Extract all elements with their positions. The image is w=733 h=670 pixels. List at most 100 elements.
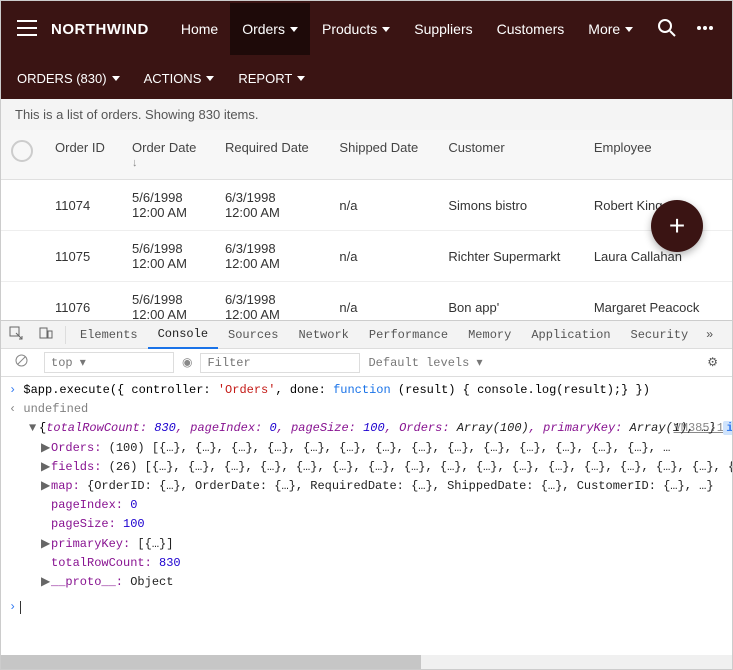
caret-down-icon	[297, 76, 305, 81]
nav-customers[interactable]: Customers	[485, 3, 577, 55]
tree-summary[interactable]: ▼{totalRowCount: 830, pageIndex: 0, page…	[29, 419, 724, 438]
header-row: Order ID Order Date↓ Required Date Shipp…	[1, 130, 732, 180]
devtools-panel: Elements Console Sources Network Perform…	[1, 320, 732, 655]
cell-employee: Margaret Peacock	[584, 282, 722, 321]
sub-actions[interactable]: ACTIONS	[144, 71, 215, 86]
table-row[interactable]: 110765/6/1998 12:00 AM6/3/1998 12:00 AMn…	[1, 282, 732, 321]
table-row[interactable]: 110755/6/1998 12:00 AM6/3/1998 12:00 AMn…	[1, 231, 732, 282]
h-scrollbar[interactable]	[1, 655, 732, 669]
nav-suppliers[interactable]: Suppliers	[402, 3, 484, 55]
add-button[interactable]: +	[651, 200, 703, 252]
filter-input[interactable]	[200, 353, 360, 373]
cell-shippeddate: n/a	[329, 282, 438, 321]
sub-orders[interactable]: ORDERS (830)	[17, 71, 120, 86]
brand-label: NORTHWIND	[51, 21, 149, 38]
tab-security[interactable]: Security	[621, 322, 699, 348]
col-shippeddate[interactable]: Shipped Date	[329, 130, 438, 180]
console-prompt[interactable]: ›	[9, 598, 724, 617]
caret-down-icon	[625, 27, 633, 32]
cell-total: $831.	[722, 282, 732, 321]
tree-pageindex: pageIndex: 0	[41, 496, 724, 515]
more-icon[interactable]	[689, 18, 721, 41]
tab-network[interactable]: Network	[288, 322, 358, 348]
sub-report-label: REPORT	[238, 71, 292, 86]
kebab-icon[interactable]: ⋮	[721, 327, 733, 342]
search-icon[interactable]	[645, 18, 689, 41]
info-icon[interactable]: i	[723, 421, 732, 435]
tree-primarykey[interactable]: ▶primaryKey: [{…}]	[41, 535, 724, 554]
tab-application[interactable]: Application	[521, 322, 620, 348]
tree-orders[interactable]: ▶Orders: (100) [{…}, {…}, {…}, {…}, {…},…	[41, 439, 724, 458]
sub-navbar: ORDERS (830) ACTIONS REPORT	[1, 57, 732, 99]
cell-orderdate: 5/6/1998 12:00 AM	[122, 282, 215, 321]
cell-orderid: 11075	[45, 231, 122, 282]
clear-console-icon[interactable]	[7, 354, 36, 371]
table-row[interactable]: 110745/6/1998 12:00 AM6/3/1998 12:00 AMn…	[1, 180, 732, 231]
console-body[interactable]: › $app.execute({ controller: 'Orders', d…	[1, 377, 732, 655]
cell-total: $504.	[722, 231, 732, 282]
cell-shippeddate: n/a	[329, 231, 438, 282]
cell-orderdate: 5/6/1998 12:00 AM	[122, 231, 215, 282]
cell-requireddate: 6/3/1998 12:00 AM	[215, 231, 329, 282]
tree-fields[interactable]: ▶fields: (26) [{…}, {…}, {…}, {…}, {…}, …	[41, 458, 724, 477]
col-total[interactable]: Total	[722, 130, 732, 180]
tab-console[interactable]: Console	[148, 321, 218, 349]
cell-requireddate: 6/3/1998 12:00 AM	[215, 180, 329, 231]
help-text: This is a list of orders. Showing 830 it…	[1, 99, 732, 130]
nav-products-label: Products	[322, 21, 377, 37]
nav-home[interactable]: Home	[169, 3, 230, 55]
cell-requireddate: 6/3/1998 12:00 AM	[215, 282, 329, 321]
caret-down-icon	[206, 76, 214, 81]
cell-orderid: 11076	[45, 282, 122, 321]
caret-down-icon	[112, 76, 120, 81]
sub-report[interactable]: REPORT	[238, 71, 305, 86]
levels-select[interactable]: Default levels ▾	[368, 355, 482, 370]
sub-orders-label: ORDERS (830)	[17, 71, 107, 86]
nav-products[interactable]: Products	[310, 3, 402, 55]
col-orderid[interactable]: Order ID	[45, 130, 122, 180]
cell-orderid: 11074	[45, 180, 122, 231]
context-select[interactable]: top ▾	[44, 352, 174, 373]
overflow-icon[interactable]: »	[698, 328, 721, 342]
cell-customer: Richter Supermarkt	[438, 231, 584, 282]
col-employee[interactable]: Employee	[584, 130, 722, 180]
col-customer[interactable]: Customer	[438, 130, 584, 180]
tree-proto[interactable]: ▶__proto__: Object	[41, 573, 724, 592]
device-icon[interactable]	[31, 326, 61, 344]
tab-memory[interactable]: Memory	[458, 322, 521, 348]
cell-customer: Simons bistro	[438, 180, 584, 231]
tab-performance[interactable]: Performance	[359, 322, 458, 348]
sort-desc-icon: ↓	[132, 157, 205, 169]
nav-customers-label: Customers	[497, 21, 565, 37]
hamburger-icon[interactable]	[17, 20, 37, 39]
caret-down-icon	[290, 27, 298, 32]
eye-icon[interactable]: ◉	[182, 355, 192, 370]
top-navbar: NORTHWIND Home Orders Products Suppliers…	[1, 1, 732, 57]
cell-customer: Bon app'	[438, 282, 584, 321]
tree-map[interactable]: ▶map: {OrderID: {…}, OrderDate: {…}, Req…	[41, 477, 724, 496]
caret-down-icon	[382, 27, 390, 32]
settings-icon[interactable]: ⚙	[699, 355, 726, 370]
nav-home-label: Home	[181, 21, 218, 37]
select-all-checkbox[interactable]	[11, 140, 33, 162]
tab-elements[interactable]: Elements	[70, 322, 148, 348]
cell-shippeddate: n/a	[329, 180, 438, 231]
nav-orders[interactable]: Orders	[230, 3, 310, 55]
tab-sources[interactable]: Sources	[218, 322, 288, 348]
nav-more[interactable]: More	[576, 3, 645, 55]
cell-total: $250.53	[722, 180, 732, 231]
h-scrollbar-thumb[interactable]	[1, 655, 421, 669]
console-toolbar: top ▾ ◉ Default levels ▾ ⚙	[1, 349, 732, 377]
col-orderdate[interactable]: Order Date↓	[122, 130, 215, 180]
tree-pagesize: pageSize: 100	[41, 515, 724, 534]
inspect-icon[interactable]	[1, 326, 31, 344]
nav-orders-label: Orders	[242, 21, 285, 37]
devtools-tabs: Elements Console Sources Network Perform…	[1, 321, 732, 349]
nav-suppliers-label: Suppliers	[414, 21, 472, 37]
tree-totalrowcount: totalRowCount: 830	[41, 554, 724, 573]
col-requireddate[interactable]: Required Date	[215, 130, 329, 180]
nav-more-label: More	[588, 21, 620, 37]
orders-grid[interactable]: Order ID Order Date↓ Required Date Shipp…	[1, 130, 732, 320]
cell-employee: Laura Callahan	[584, 231, 722, 282]
cell-orderdate: 5/6/1998 12:00 AM	[122, 180, 215, 231]
